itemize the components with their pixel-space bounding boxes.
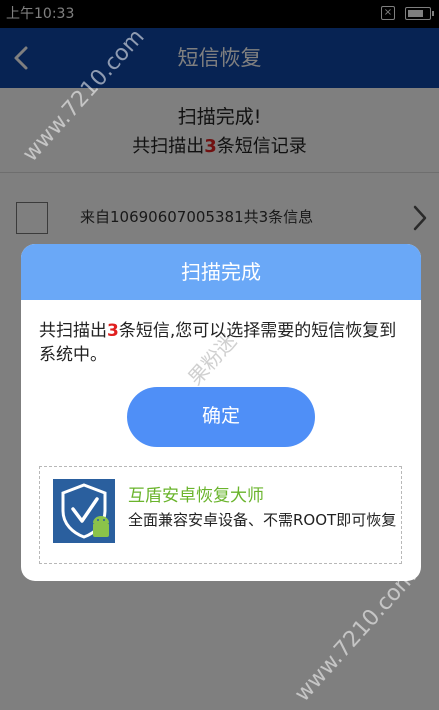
promo-description: 全面兼容安卓设备、不需ROOT即可恢复 [128,511,397,529]
dialog-message-prefix: 共扫描出 [39,321,107,341]
confirm-button[interactable]: 确定 [127,387,315,447]
shield-android-logo-icon [53,479,115,543]
dialog-message-count: 3 [107,321,119,341]
dialog-title: 扫描完成 [21,244,421,300]
scan-complete-dialog: 扫描完成 共扫描出3条短信,您可以选择需要的短信恢复到系统中。 确定 互盾安卓恢… [21,244,421,581]
dialog-message: 共扫描出3条短信,您可以选择需要的短信恢复到系统中。 [39,319,409,367]
promo-title: 互盾安卓恢复大师 [128,486,264,506]
promo-banner[interactable]: 互盾安卓恢复大师 全面兼容安卓设备、不需ROOT即可恢复 [39,466,402,564]
